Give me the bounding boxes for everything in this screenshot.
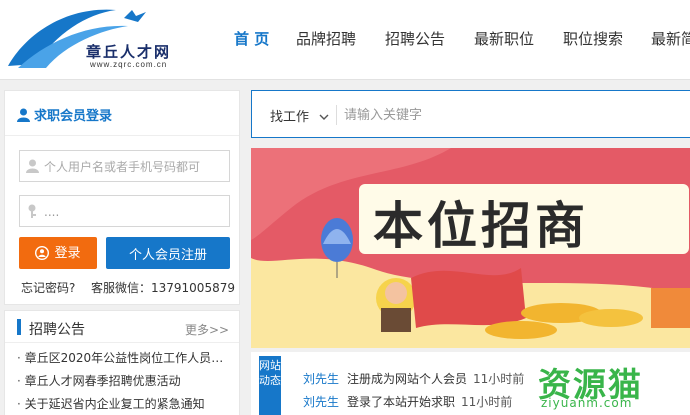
- search-type-select[interactable]: 找工作: [270, 106, 309, 125]
- news-tag: 网站动态: [259, 356, 281, 415]
- notices-panel: 招聘公告 更多>> 章丘区2020年公益性岗位工作人员招聘公告 章丘人才网春季招…: [4, 310, 240, 415]
- member-login-panel: 求职会员登录 登录 个人会员注册 忘记密码? 客服微信：13791005879: [4, 90, 240, 305]
- notice-accent-bar: [17, 319, 21, 335]
- username-input[interactable]: [44, 157, 224, 177]
- nav-job-search[interactable]: 职位搜索: [563, 28, 623, 49]
- logo-name: 章丘人才网: [86, 43, 172, 61]
- news-row: 刘先生 登录了本站开始求职 11小时前: [303, 393, 512, 410]
- user-icon: [26, 159, 39, 178]
- notices-more-link[interactable]: 更多>>: [185, 321, 229, 338]
- divider: [336, 105, 337, 125]
- forgot-password-link[interactable]: 忘记密码?: [21, 279, 75, 296]
- notices-title: 招聘公告: [29, 322, 85, 338]
- key-icon: [26, 204, 38, 223]
- logo-url: www.zqrc.com.cn: [90, 60, 168, 69]
- nav-brand-jobs[interactable]: 品牌招聘: [296, 28, 356, 49]
- login-title: 求职会员登录: [17, 105, 112, 126]
- divider: [5, 135, 239, 136]
- nav-latest-jobs[interactable]: 最新职位: [474, 28, 534, 49]
- page: 章丘人才网 www.zqrc.com.cn 首 页 品牌招聘 招聘公告 最新职位…: [0, 0, 690, 415]
- search-input[interactable]: [344, 104, 644, 126]
- password-input[interactable]: [44, 202, 224, 222]
- news-user[interactable]: 刘先生: [303, 372, 339, 386]
- search-bar: 找工作: [251, 90, 690, 138]
- notice-item[interactable]: 章丘区2020年公益性岗位工作人员招聘公告: [17, 349, 229, 366]
- chevron-down-icon[interactable]: [319, 108, 329, 126]
- notice-item[interactable]: 关于延迟省内企业复工的紧急通知: [17, 395, 229, 412]
- nav-recruit-notices[interactable]: 招聘公告: [385, 28, 445, 49]
- register-button[interactable]: 个人会员注册: [106, 237, 230, 269]
- nav-latest-resumes[interactable]: 最新简: [651, 28, 690, 49]
- password-field: [19, 195, 230, 227]
- news-user[interactable]: 刘先生: [303, 395, 339, 409]
- promo-banner[interactable]: 本位招商: [251, 148, 690, 348]
- nav-home[interactable]: 首 页: [234, 28, 269, 49]
- site-logo[interactable]: 章丘人才网 www.zqrc.com.cn: [6, 4, 196, 74]
- news-time: 11小时前: [461, 395, 513, 409]
- user-icon: [17, 108, 30, 126]
- login-title-text: 求职会员登录: [34, 109, 113, 124]
- login-button-label: 登录: [54, 246, 81, 261]
- user-circle-icon: [35, 245, 50, 264]
- watermark-url: ziyuanm.com: [541, 396, 633, 410]
- login-button[interactable]: 登录: [19, 237, 97, 269]
- service-wechat: 客服微信：13791005879: [91, 281, 235, 295]
- divider: [5, 342, 239, 343]
- news-time: 11小时前: [473, 372, 525, 386]
- site-header: 章丘人才网 www.zqrc.com.cn 首 页 品牌招聘 招聘公告 最新职位…: [0, 0, 690, 80]
- news-row: 刘先生 注册成为网站个人会员 11小时前: [303, 370, 524, 387]
- username-field: [19, 150, 230, 182]
- news-action: 注册成为网站个人会员: [347, 372, 468, 386]
- notice-item[interactable]: 章丘人才网春季招聘优惠活动: [17, 372, 229, 389]
- news-action: 登录了本站开始求职: [347, 395, 456, 409]
- banner-headline: 本位招商: [373, 197, 589, 255]
